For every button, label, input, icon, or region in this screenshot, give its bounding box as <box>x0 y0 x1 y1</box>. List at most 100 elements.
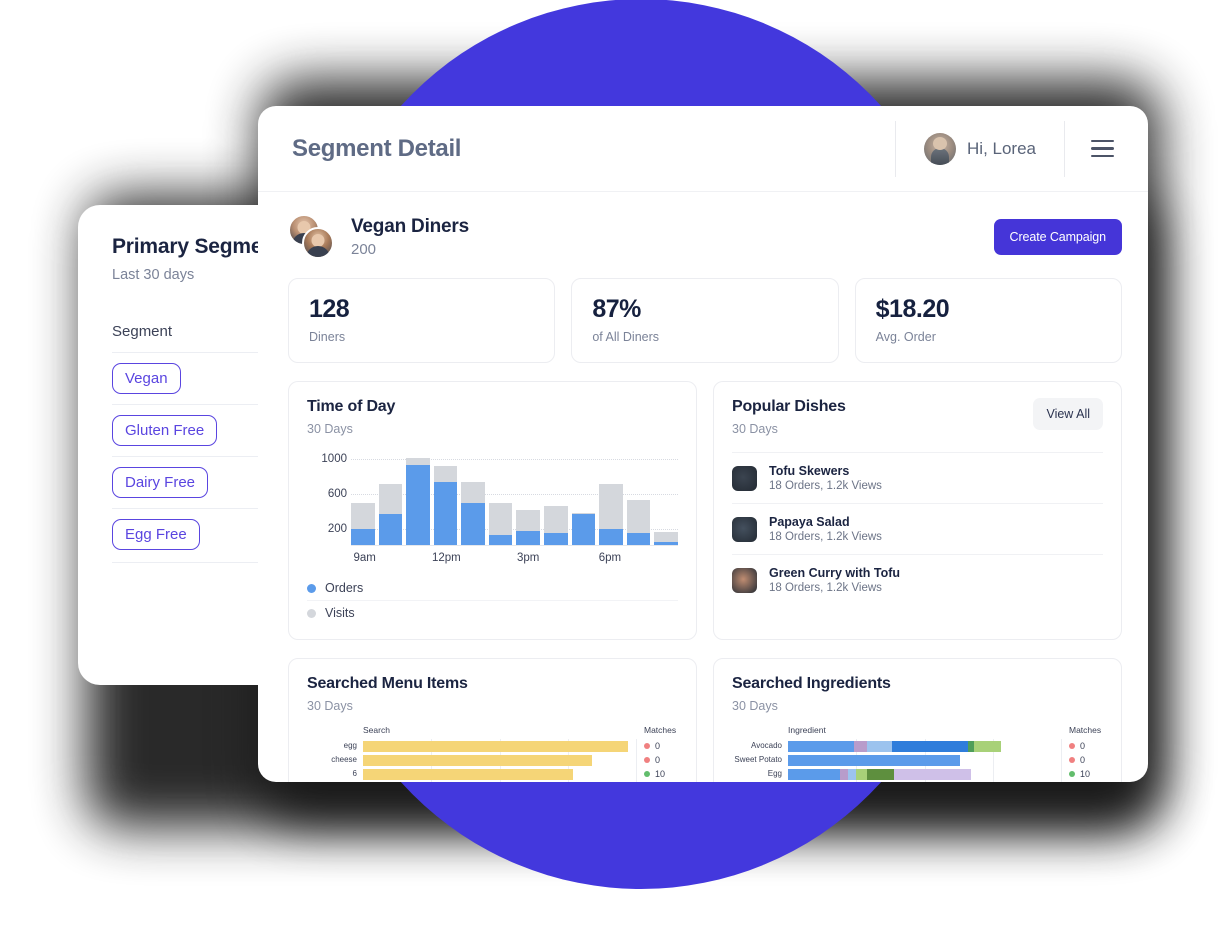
bar-column[interactable] <box>461 449 485 545</box>
x-tick-label: 3pm <box>516 552 540 564</box>
y-tick-label: 600 <box>327 487 347 500</box>
view-all-button[interactable]: View All <box>1033 398 1103 430</box>
matches-row: 0 <box>1069 753 1103 767</box>
avatar <box>924 132 957 165</box>
hbar-stack-segment <box>894 768 971 780</box>
segment-name: Vegan Diners <box>351 216 469 237</box>
hbar-stack-segment <box>856 768 868 780</box>
match-count: 0 <box>1080 755 1086 765</box>
time-of-day-chart: 200 600 1000 9am 12pm 3pm 6pm <box>307 449 678 564</box>
screenshot-root: Primary Segments Last 30 days Segment Ve… <box>0 0 1228 930</box>
orders-bar-segment <box>461 503 485 545</box>
bar-column[interactable] <box>488 449 513 545</box>
dish-row[interactable]: Green Curry with Tofu 18 Orders, 1.2k Vie… <box>732 554 1103 605</box>
orders-bar-segment <box>406 464 430 545</box>
hbar-stack-segment <box>867 768 895 780</box>
hbar-stack-segment <box>973 740 1001 752</box>
bar-column[interactable] <box>351 449 375 545</box>
bar-column[interactable] <box>544 449 568 545</box>
y-axis-labels: 200 600 1000 <box>307 450 347 546</box>
bar-column[interactable] <box>571 449 596 545</box>
matches-row: 0 <box>1069 781 1103 782</box>
bar-column[interactable] <box>516 449 541 545</box>
hbar-row[interactable] <box>363 753 636 767</box>
segment-avatars <box>288 214 336 260</box>
orders-bar-segment <box>544 532 568 545</box>
bar-column[interactable] <box>654 449 678 545</box>
visits-bar-segment <box>599 483 623 530</box>
matches-column-header: Matches <box>644 725 677 735</box>
hbar-row[interactable] <box>363 739 636 753</box>
searched-menu-items-subtitle: 30 Days <box>307 699 353 713</box>
visits-bar-segment <box>433 466 458 483</box>
visits-bar-segment <box>378 483 403 514</box>
hbar-bar <box>363 754 593 766</box>
bar-column[interactable] <box>599 449 623 545</box>
visits-bar-segment <box>406 457 430 465</box>
match-count: 10 <box>655 769 666 779</box>
visits-bar-segment <box>654 531 678 542</box>
hbar-row-label: Avocado <box>751 741 782 750</box>
match-status-dot <box>644 757 650 763</box>
user-menu[interactable]: Hi, Lorea <box>896 132 1064 165</box>
segment-chip[interactable]: Dairy Free <box>112 467 209 498</box>
legend-item[interactable]: Visits <box>307 601 678 625</box>
bar-column[interactable] <box>406 449 430 545</box>
hbar-row[interactable] <box>363 767 636 781</box>
hbar-bar <box>363 740 628 752</box>
match-count: 0 <box>655 741 661 751</box>
segment-count: 200 <box>351 241 377 258</box>
time-of-day-title: Time of Day <box>307 398 396 415</box>
hamburger-menu-icon[interactable] <box>1065 139 1122 158</box>
menu-item-labels: Searcheggcheese6wrapturkeybacon <box>307 725 363 782</box>
matches-column-header: Matches <box>1069 725 1102 735</box>
bar-column[interactable] <box>378 449 403 545</box>
bar-column[interactable] <box>433 449 458 545</box>
create-campaign-button[interactable]: Create Campaign <box>993 219 1122 255</box>
x-tick-label: 6pm <box>598 552 622 564</box>
dish-thumbnail <box>732 516 757 542</box>
popular-dishes-panel: Popular Dishes 30 Days View All Tofu Ske… <box>713 381 1122 640</box>
visits-bar-segment <box>544 505 568 533</box>
dish-meta: 18 Orders, 1.2k Views <box>769 582 882 594</box>
hbar-row[interactable] <box>788 767 1061 781</box>
searched-ingredients-subtitle: 30 Days <box>732 699 778 713</box>
hbar-row[interactable] <box>788 781 1061 782</box>
hbar-gridline <box>636 739 637 782</box>
match-status-dot <box>644 743 650 749</box>
segment-chip[interactable]: Egg Free <box>112 519 200 550</box>
hbar-row[interactable] <box>788 753 1061 767</box>
orders-bar-segment <box>488 535 513 545</box>
hbar-stack-segment <box>848 768 857 780</box>
match-count: 0 <box>655 755 661 765</box>
searched-ingredients-chart: Ingredient Avocado Sweet Potato Egg Tortilla… <box>732 725 1103 782</box>
searched-menu-items-chart: Searcheggcheese6wrapturkeybacon Search M… <box>307 725 678 782</box>
dish-name: Green Curry with Tofu <box>769 566 901 580</box>
visits-bar-segment <box>488 503 513 536</box>
bar-column[interactable] <box>626 449 651 545</box>
hbar-row[interactable] <box>788 739 1061 753</box>
orders-bar-segment <box>626 532 651 545</box>
segment-chip[interactable]: Gluten Free <box>112 415 218 446</box>
orders-bar-segment <box>654 541 678 545</box>
hbar-row-label: Sweet Potato <box>734 755 782 764</box>
legend-item[interactable]: Orders <box>307 576 678 601</box>
dish-meta: 18 Orders, 1.2k Views <box>769 480 882 492</box>
x-tick-label: 12pm <box>431 552 461 564</box>
legend-label: Orders <box>325 581 364 595</box>
hbar-column-header: Ingredient <box>788 725 826 735</box>
stat-card: 128 Diners <box>288 278 556 363</box>
match-status-dot <box>1069 757 1075 763</box>
matches-row: 10 <box>1069 767 1103 781</box>
orders-bar-segment <box>516 531 541 545</box>
segment-chip[interactable]: Vegan <box>112 363 181 394</box>
dish-row[interactable]: Tofu Skewers 18 Orders, 1.2k Views <box>732 452 1103 503</box>
dish-row[interactable]: Papaya Salad 18 Orders, 1.2k Views <box>732 503 1103 554</box>
hbar-row[interactable] <box>363 781 636 782</box>
stats-row: 128 Diners 87% of All Diners $18.20 Avg. Orde… <box>288 278 1122 363</box>
orders-bar-segment <box>351 529 375 545</box>
hbar-bar <box>363 768 574 780</box>
hbar-row-label: Egg <box>767 769 782 778</box>
legend-label: Visits <box>325 606 355 620</box>
menu-item-bars: Search <box>363 725 637 782</box>
